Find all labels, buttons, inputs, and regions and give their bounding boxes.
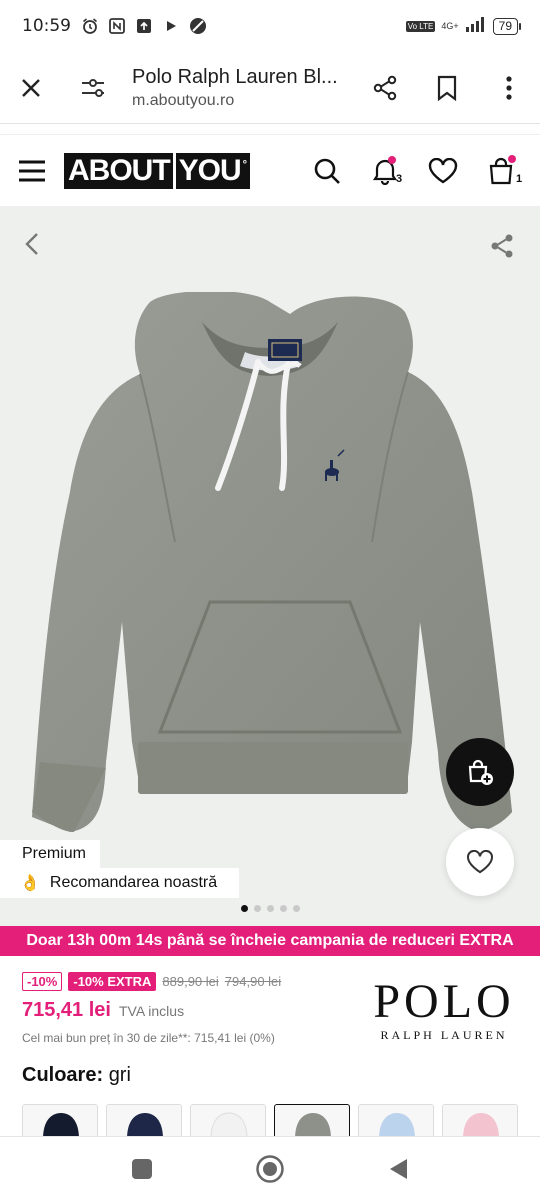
swatch-dark-navy[interactable]	[106, 1104, 182, 1138]
recommendation-tag: 👌 Recomandarea noastră	[0, 868, 240, 898]
recommendation-label: Recomandarea noastră	[49, 874, 218, 891]
page-title: Polo Ralph Lauren Bl...	[132, 65, 338, 88]
color-swatches	[22, 1104, 518, 1138]
bookmark-icon	[437, 75, 457, 101]
status-time: 10:59	[22, 16, 71, 36]
nfc-icon	[108, 17, 126, 35]
about-you-logo[interactable]: ABOUT YOU °	[64, 152, 251, 189]
add-to-bag-button[interactable]	[446, 738, 514, 806]
menu-button[interactable]	[0, 139, 64, 203]
close-icon	[22, 78, 40, 97]
wishlist-button[interactable]	[414, 142, 472, 200]
back-button[interactable]	[378, 1149, 418, 1189]
more-menu-button[interactable]	[478, 57, 540, 119]
more-icon	[506, 75, 512, 100]
sale-countdown-banner[interactable]: Doar 13h 00m 14s până se încheie campani…	[0, 926, 540, 956]
volte-icon: Vo LTE	[405, 20, 436, 32]
notification-dot	[388, 155, 396, 164]
price-section: -10% -10% EXTRA 889,90 lei 794,90 lei 71…	[22, 972, 352, 1045]
swatch-grey-selected[interactable]	[274, 1104, 350, 1138]
swatch-light-blue[interactable]	[358, 1104, 434, 1138]
status-bar: 10:59 Vo LTE 4G+ 79	[0, 0, 540, 52]
gallery-pagination[interactable]	[0, 905, 540, 912]
recents-button[interactable]	[122, 1149, 162, 1189]
close-tab-button[interactable]	[0, 57, 62, 119]
play-store-icon	[162, 17, 180, 35]
cart-dot	[508, 154, 516, 163]
ok-hand-icon: 👌	[20, 875, 40, 892]
discount-badge: -10%	[22, 972, 63, 991]
network-type: 4G+	[441, 20, 459, 31]
browser-toolbar: Polo Ralph Lauren Bl... m.aboutyou.ro	[0, 52, 540, 124]
bag-add-icon	[468, 759, 493, 785]
product-image-hoodie	[32, 292, 512, 832]
site-settings-button[interactable]	[62, 57, 124, 119]
circle-home-icon	[256, 1154, 284, 1183]
square-icon	[132, 1158, 152, 1179]
previous-price: 794,90 lei	[224, 974, 282, 989]
gallery-dot[interactable]	[253, 905, 261, 912]
color-selector-label: Culoare: gri	[22, 1064, 131, 1086]
search-button[interactable]	[298, 142, 356, 200]
system-navigation-bar	[0, 1136, 540, 1200]
notification-count: 3	[396, 172, 403, 185]
swatch-pink[interactable]	[442, 1104, 518, 1138]
gallery-dot[interactable]	[292, 905, 300, 912]
vat-note: TVA inclus	[118, 1003, 185, 1019]
tune-icon	[82, 78, 104, 97]
home-button[interactable]	[250, 1149, 290, 1189]
site-header: ABOUT YOU ° 3 1	[0, 134, 540, 206]
heart-icon	[428, 157, 458, 183]
best-price-note: Cel mai bun preț în 30 de zile**: 715,41…	[22, 1031, 275, 1045]
share-button[interactable]	[354, 57, 416, 119]
upload-icon	[135, 17, 153, 35]
share-icon	[491, 234, 513, 258]
share-icon	[373, 75, 397, 100]
product-gallery[interactable]: Premium 👌 Recomandarea noastră	[0, 206, 540, 926]
data-saver-icon	[189, 17, 207, 35]
gallery-back-button[interactable]	[14, 226, 50, 262]
search-icon	[314, 158, 340, 184]
gallery-dot[interactable]	[240, 905, 248, 912]
url-bar[interactable]: Polo Ralph Lauren Bl... m.aboutyou.ro	[124, 66, 354, 110]
heart-icon	[466, 850, 494, 874]
swatch-navy[interactable]	[22, 1104, 98, 1138]
signal-icon	[465, 16, 487, 37]
current-price: 715,41 lei	[22, 999, 111, 1021]
extra-discount-badge: -10% EXTRA	[68, 972, 157, 991]
add-to-wishlist-button[interactable]	[446, 828, 514, 896]
swatch-white[interactable]	[190, 1104, 266, 1138]
gallery-share-button[interactable]	[484, 228, 520, 264]
cart-count: 1	[516, 172, 523, 185]
battery-indicator: 79	[492, 17, 522, 35]
brand-logo[interactable]: POLO RALPH LAUREN	[368, 978, 520, 1043]
selected-color: gri	[108, 1064, 131, 1086]
page-url: m.aboutyou.ro	[132, 91, 235, 109]
cart-button[interactable]: 1	[472, 142, 530, 200]
notifications-button[interactable]: 3	[356, 142, 414, 200]
bookmark-button[interactable]	[416, 57, 478, 119]
premium-tag: Premium	[0, 840, 101, 868]
gallery-dot[interactable]	[266, 905, 274, 912]
chevron-left-icon	[25, 233, 38, 255]
original-price: 889,90 lei	[162, 974, 219, 989]
triangle-back-icon	[390, 1158, 407, 1179]
alarm-icon	[81, 17, 99, 35]
hamburger-icon	[19, 160, 45, 181]
gallery-dot[interactable]	[279, 905, 287, 912]
